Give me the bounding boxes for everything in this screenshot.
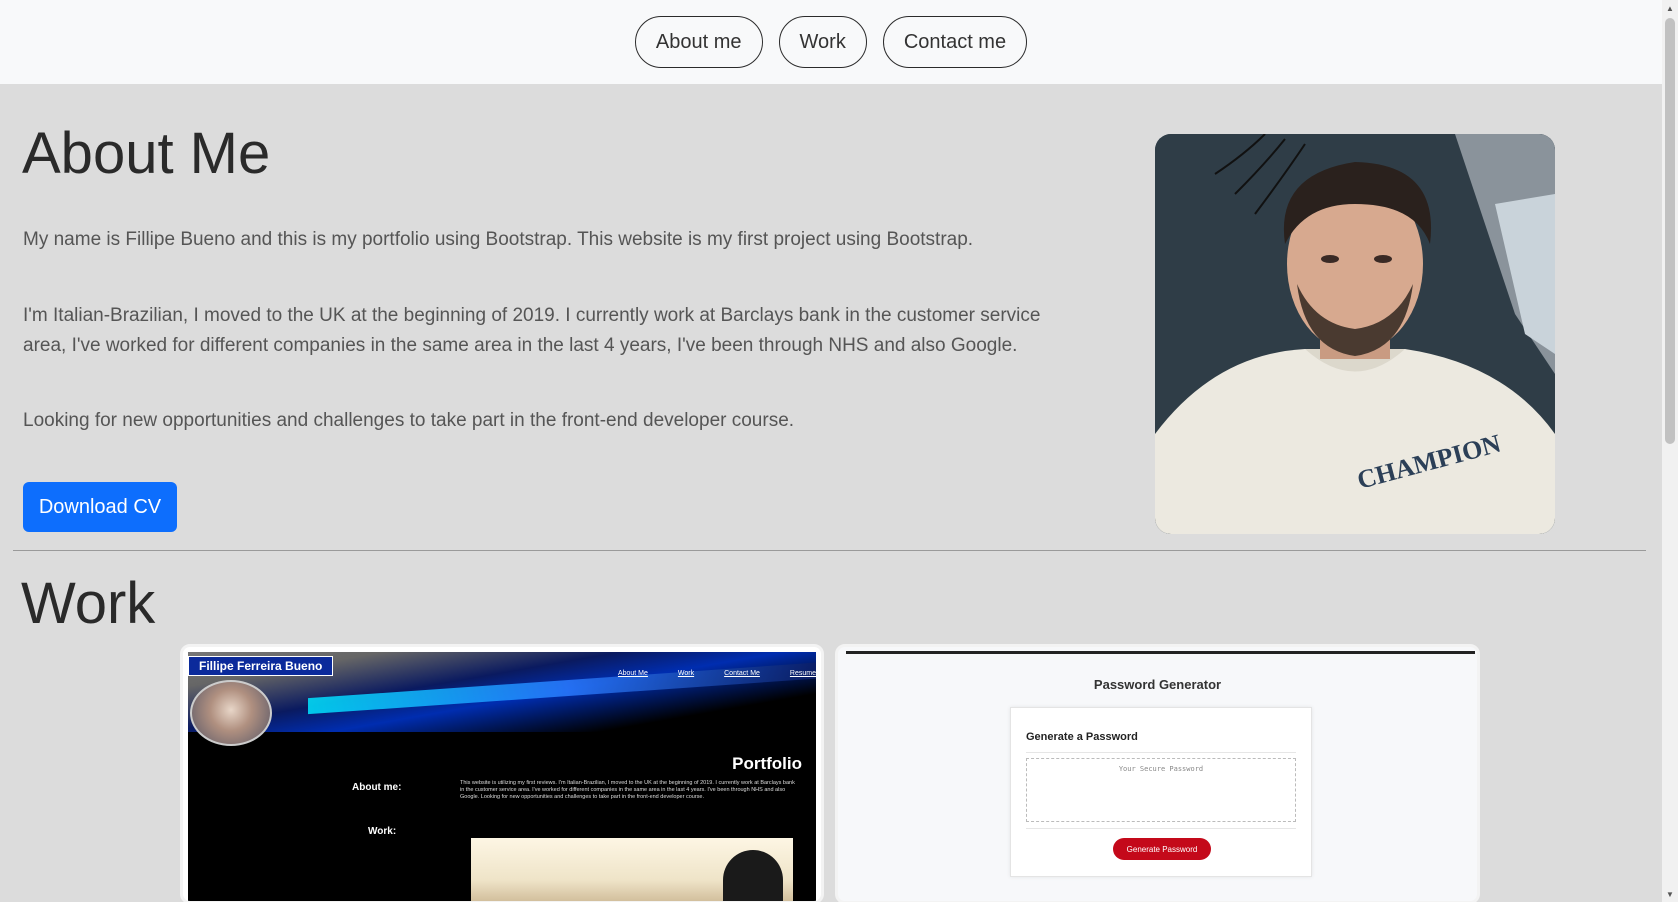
work-title: Work xyxy=(21,571,156,636)
preview-link: Work xyxy=(677,670,695,677)
scrollbar-thumb[interactable] xyxy=(1665,18,1675,444)
preview-link: Resume xyxy=(789,670,816,677)
top-navbar: About me Work Contact me xyxy=(0,0,1662,84)
nav-contact-me[interactable]: Contact me xyxy=(882,16,1028,68)
divider xyxy=(1026,828,1296,829)
preview-about-text: This website is utilizing my first revie… xyxy=(460,780,795,800)
preview-link: Contact Me xyxy=(724,670,760,677)
preview-about-label: About me: xyxy=(352,782,402,793)
about-paragraph-3: Looking for new opportunities and challe… xyxy=(23,410,795,431)
password-generator-title: Password Generator xyxy=(1093,677,1222,692)
vertical-scrollbar[interactable]: ▲ ▼ xyxy=(1662,0,1678,902)
about-paragraph-2: I'm Italian-Brazilian, I moved to the UK… xyxy=(23,305,1041,356)
download-cv-button[interactable]: Download CV xyxy=(23,482,177,532)
nav-work[interactable]: Work xyxy=(778,16,867,68)
profile-photo: CHAMPION xyxy=(1155,134,1555,534)
profile-photo-illustration: CHAMPION xyxy=(1155,134,1555,534)
preview-work-label: Work: xyxy=(368,826,397,837)
password-output-field: Your Secure Password xyxy=(1026,758,1296,822)
work-card-portfolio[interactable]: Fillipe Ferreira Bueno About Me Work Con… xyxy=(180,644,824,902)
scroll-down-arrow-icon[interactable]: ▼ xyxy=(1662,886,1678,902)
preview-nav-links: About Me Work Contact Me Resume xyxy=(618,670,816,677)
portfolio-preview: Fillipe Ferreira Bueno About Me Work Con… xyxy=(188,652,816,901)
page: About me Work Contact me About Me My nam… xyxy=(0,0,1678,902)
preview-heading: Portfolio xyxy=(732,754,802,773)
work-card-password-generator[interactable]: Password Generator Generate a Password Y… xyxy=(835,644,1480,902)
section-divider xyxy=(13,550,1646,551)
preview-top-line xyxy=(846,651,1475,654)
scroll-up-arrow-icon[interactable]: ▲ xyxy=(1662,0,1678,16)
preview-link: About Me xyxy=(617,670,648,677)
preview-work-image xyxy=(471,838,793,901)
about-title: About Me xyxy=(22,121,271,186)
divider xyxy=(1026,752,1296,753)
preview-name-badge: Fillipe Ferreira Bueno xyxy=(188,656,334,676)
about-paragraph-1: My name is Fillipe Bueno and this is my … xyxy=(23,229,974,250)
nav-about-me[interactable]: About me xyxy=(634,16,763,68)
password-generator-box: Generate a Password Your Secure Password… xyxy=(1010,707,1312,877)
generate-password-heading: Generate a Password xyxy=(1026,731,1138,743)
generate-password-button: Generate Password xyxy=(1113,838,1211,860)
preview-avatar xyxy=(190,680,272,746)
